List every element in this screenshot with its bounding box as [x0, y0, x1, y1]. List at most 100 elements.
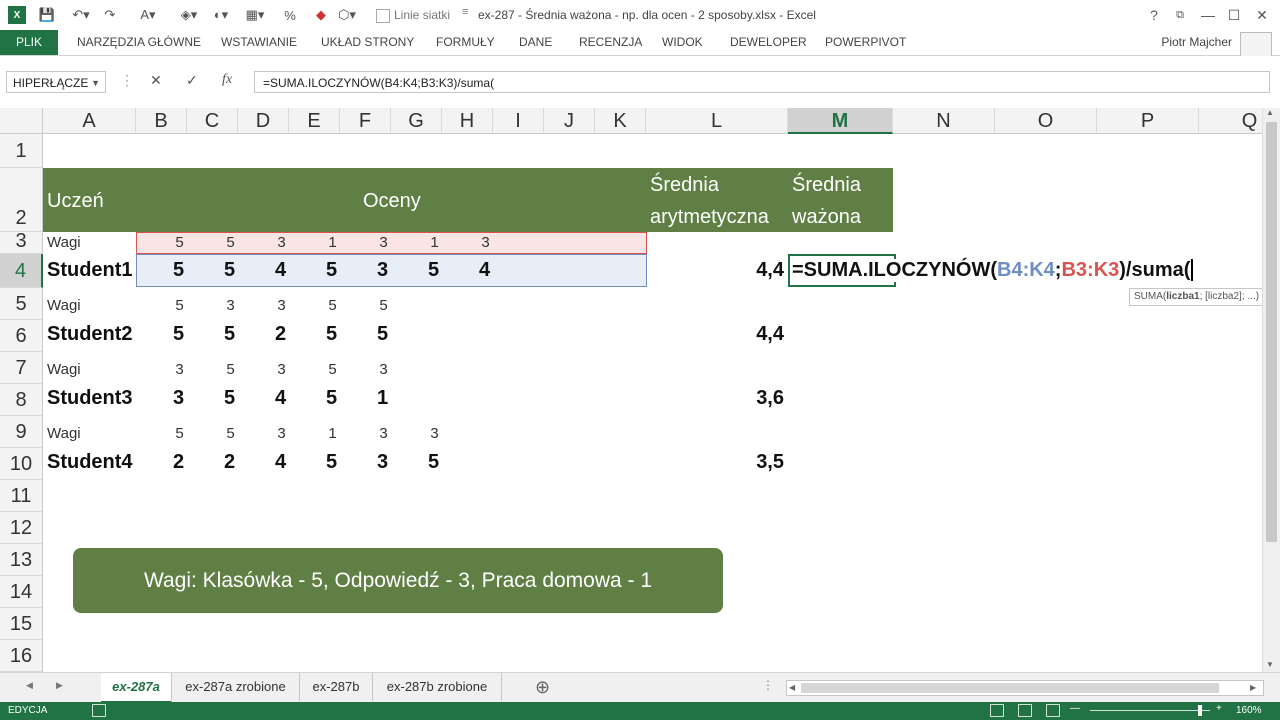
font-size-icon[interactable]: A▾ — [138, 6, 158, 24]
tabs-splitter-icon[interactable]: ⋮ — [762, 678, 774, 692]
row-header[interactable]: 9 — [0, 416, 43, 448]
maximize-button[interactable]: ☐ — [1220, 4, 1248, 26]
border-icon[interactable]: ▦▾ — [242, 6, 268, 24]
tab-home[interactable]: NARZĘDZIA GŁÓWNE — [77, 30, 201, 55]
column-header[interactable]: F — [340, 108, 391, 134]
cell-a3[interactable]: Wagi — [47, 234, 81, 251]
cell-m4-formula[interactable]: =SUMA.ILOCZYNÓW(B4:K4;B3:K3)/suma( — [792, 259, 1194, 282]
cell-a5[interactable]: Wagi — [47, 297, 81, 314]
row-header[interactable]: 5 — [0, 288, 43, 320]
undo-icon[interactable]: ↶▾ — [68, 6, 94, 24]
column-header[interactable]: G — [391, 108, 442, 134]
sheet-tab-ex-287b[interactable]: ex-287b — [300, 673, 373, 701]
hscroll-right-icon[interactable]: ▶ — [1250, 681, 1256, 695]
column-header[interactable]: J — [544, 108, 595, 134]
scroll-down-icon[interactable]: ▼ — [1266, 660, 1274, 669]
cell-a10[interactable]: Student4 — [47, 451, 133, 474]
row-header[interactable]: 13 — [0, 544, 43, 576]
scrollbar-thumb[interactable] — [1266, 122, 1277, 542]
cell-l6[interactable]: 4,4 — [740, 323, 784, 346]
cancel-formula-button[interactable]: ✕ — [150, 72, 162, 89]
hscroll-left-icon[interactable]: ◀ — [789, 681, 795, 695]
cell-a4[interactable]: Student1 — [47, 259, 133, 282]
page-layout-view-icon[interactable] — [1018, 704, 1032, 717]
row-header[interactable]: 3 — [0, 231, 43, 254]
sheet-tab-ex-287b-zrobione[interactable]: ex-287b zrobione — [373, 673, 502, 701]
tab-scroll-left-icon[interactable]: ◀ — [26, 680, 33, 691]
column-header-selected[interactable]: M — [788, 108, 893, 134]
format-icon[interactable]: ⬡▾ — [334, 6, 360, 24]
close-button[interactable]: ✕ — [1248, 4, 1276, 26]
cell-a9[interactable]: Wagi — [47, 425, 81, 442]
chevron-down-icon[interactable]: ▼ — [91, 72, 100, 94]
cell-g10[interactable]: 5 — [391, 451, 476, 474]
row-header-selected[interactable]: 4 — [0, 254, 43, 288]
cell-g9[interactable]: 3 — [391, 425, 478, 442]
enter-formula-button[interactable]: ✓ — [186, 72, 198, 89]
row-header[interactable]: 16 — [0, 640, 43, 672]
column-header[interactable]: N — [893, 108, 995, 134]
zoom-slider-thumb[interactable] — [1198, 705, 1202, 716]
row-header[interactable]: 10 — [0, 448, 43, 480]
cell-f8[interactable]: 1 — [340, 387, 425, 410]
tab-scroll-right-icon[interactable]: ▶ — [56, 680, 63, 691]
horizontal-scrollbar[interactable]: ◀ ▶ — [786, 680, 1264, 696]
tab-developer[interactable]: DEWELOPER — [730, 30, 807, 55]
cell-l8[interactable]: 3,6 — [740, 387, 784, 410]
tab-powerpivot[interactable]: POWERPIVOT — [825, 30, 906, 55]
zoom-in-icon[interactable]: + — [1216, 703, 1222, 714]
row-header[interactable]: 8 — [0, 384, 43, 416]
column-header[interactable]: H — [442, 108, 493, 134]
row-header[interactable]: 7 — [0, 352, 43, 384]
cell-l4[interactable]: 4,4 — [740, 259, 784, 282]
macro-record-icon[interactable] — [92, 704, 106, 717]
column-header[interactable]: C — [187, 108, 238, 134]
paint-icon[interactable]: ◐▾ — [208, 6, 234, 24]
worksheet-grid[interactable]: A B C D E F G H I J K L M N O P Q 1 2 3 … — [0, 108, 1262, 672]
zoom-level[interactable]: 160% — [1236, 705, 1262, 716]
insert-function-button[interactable]: fx — [222, 72, 232, 88]
vertical-scrollbar[interactable]: ▲ ▼ — [1262, 108, 1280, 672]
row-header[interactable]: 1 — [0, 134, 43, 168]
zoom-out-icon[interactable]: — — [1070, 703, 1080, 714]
ribbon-display-button[interactable]: ⧉ — [1166, 4, 1194, 26]
sheet-tab-ex-287a-zrobione[interactable]: ex-287a zrobione — [172, 673, 300, 701]
weights-info-shape[interactable]: Wagi: Klasówka - 5, Odpowiedź - 3, Praca… — [73, 548, 723, 613]
eraser-icon[interactable]: ◆ — [312, 6, 330, 24]
row-header[interactable]: 12 — [0, 512, 43, 544]
cell-h3[interactable]: 3 — [442, 234, 529, 251]
tab-file[interactable]: PLIK — [0, 30, 58, 55]
redo-icon[interactable]: ↷ — [102, 6, 118, 24]
cell-a8[interactable]: Student3 — [47, 387, 133, 410]
page-break-view-icon[interactable] — [1046, 704, 1060, 717]
column-header[interactable]: E — [289, 108, 340, 134]
customize-icon[interactable]: ≡ — [462, 6, 468, 18]
column-header[interactable]: Q — [1199, 108, 1262, 134]
formula-input[interactable]: =SUMA.ILOCZYNÓW(B4:K4;B3:K3)/suma( — [254, 71, 1270, 93]
column-header[interactable]: B — [136, 108, 187, 134]
fill-color-icon[interactable]: ◈▾ — [176, 6, 202, 24]
zoom-slider[interactable] — [1090, 710, 1210, 711]
row-header[interactable]: 15 — [0, 608, 43, 640]
excel-logo-icon[interactable]: X — [8, 6, 26, 24]
tab-insert[interactable]: WSTAWIANIE — [221, 30, 297, 55]
cell-h4[interactable]: 4 — [442, 259, 527, 282]
column-header[interactable]: K — [595, 108, 646, 134]
cell-f6[interactable]: 5 — [340, 323, 425, 346]
column-header[interactable]: O — [995, 108, 1097, 134]
column-header[interactable]: L — [646, 108, 788, 134]
row-header[interactable]: 6 — [0, 320, 43, 352]
percent-icon[interactable]: % — [282, 6, 298, 24]
hscroll-thumb[interactable] — [801, 683, 1219, 693]
cell-f7[interactable]: 3 — [340, 361, 427, 378]
tab-page-layout[interactable]: UKŁAD STRONY — [321, 30, 414, 55]
column-header[interactable]: P — [1097, 108, 1199, 134]
column-header[interactable]: D — [238, 108, 289, 134]
row-header[interactable]: 14 — [0, 576, 43, 608]
save-icon[interactable]: 💾 — [38, 6, 56, 24]
user-name[interactable]: Piotr Majcher — [1161, 35, 1232, 49]
tab-data[interactable]: DANE — [519, 30, 552, 55]
tab-formulas[interactable]: FORMUŁY — [436, 30, 495, 55]
cell-f5[interactable]: 5 — [340, 297, 427, 314]
normal-view-icon[interactable] — [990, 704, 1004, 717]
